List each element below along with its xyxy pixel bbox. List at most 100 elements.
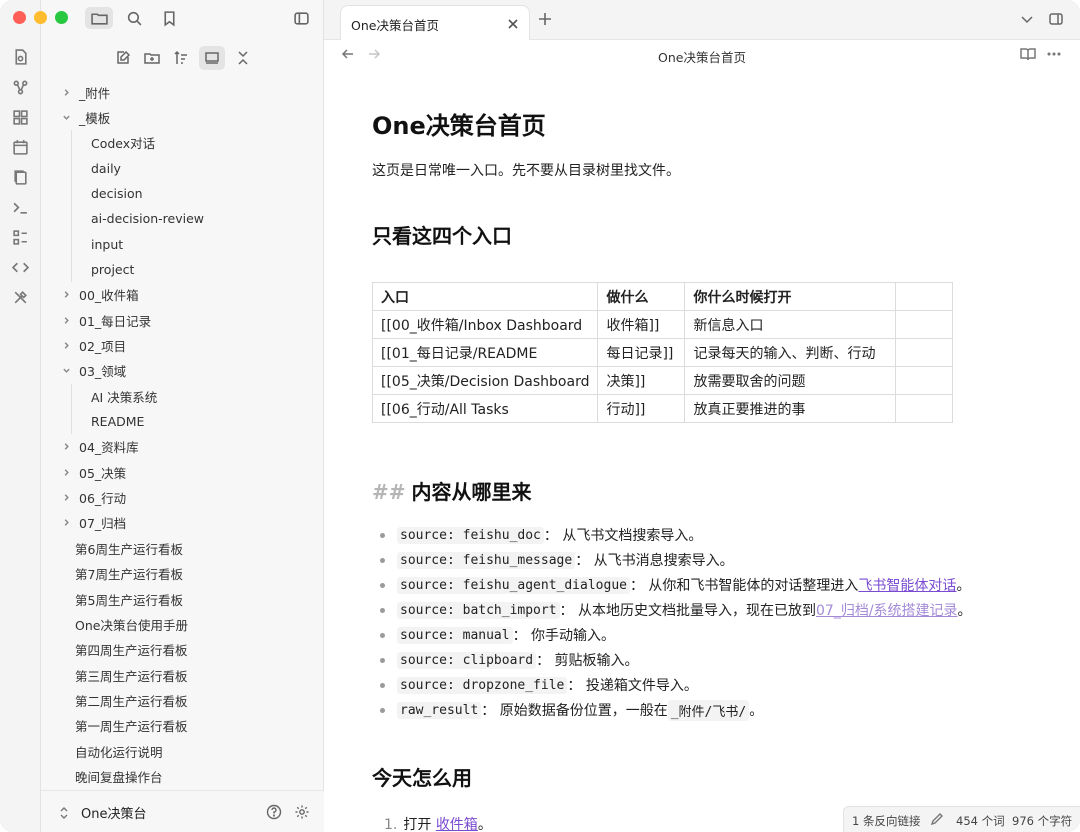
- tree-file[interactable]: 第7周生产运行看板: [75, 562, 183, 586]
- tree-file[interactable]: One决策台使用手册: [75, 612, 188, 636]
- terminal-icon[interactable]: [11, 198, 29, 216]
- tree-item-label: daily: [91, 160, 121, 176]
- editor-content[interactable]: One决策台首页 这页是日常唯一入口。先不要从目录树里找文件。 只看这四个入口 …: [372, 70, 1032, 832]
- tree-item-label: 05_决策: [79, 465, 127, 481]
- table-row: [[01_每日记录/README 每日记录]] 记录每天的输入、判断、行动: [372, 338, 954, 367]
- internal-link[interactable]: 07_归档/系统搭建记录: [816, 600, 958, 620]
- tree-file[interactable]: 第一周生产运行看板: [75, 714, 188, 738]
- table-row: [[06_行动/All Tasks 行动]] 放真正要推进的事: [372, 394, 954, 423]
- list-item-text: ： 从飞书文档搜索导入。: [543, 528, 703, 544]
- ribbon: [0, 0, 41, 832]
- toggle-sidebar-icon[interactable]: [287, 7, 315, 29]
- graph-view-icon[interactable]: [11, 78, 29, 96]
- tree-file[interactable]: project: [91, 257, 134, 281]
- code-icon[interactable]: [11, 258, 29, 276]
- templates-icon[interactable]: [11, 168, 29, 186]
- list-item-text: ： 从本地历史文档批量导入，现在已放到: [559, 603, 816, 619]
- close-tab-icon[interactable]: [507, 15, 521, 29]
- collapse-all-icon[interactable]: [230, 46, 256, 70]
- tree-file[interactable]: 自动化运行说明: [75, 739, 163, 763]
- tree-file[interactable]: ai-decision-review: [91, 207, 204, 231]
- heading-sources: ## 内容从哪里来: [372, 476, 532, 505]
- tree-item-label: 01_每日记录: [79, 313, 152, 329]
- tree-file[interactable]: 第6周生产运行看板: [75, 536, 183, 560]
- files-icon[interactable]: [85, 7, 113, 29]
- chevron-right-icon: [59, 518, 73, 527]
- vault-switcher[interactable]: One决策台: [59, 803, 146, 822]
- tree-folder[interactable]: 03_领域: [59, 359, 126, 383]
- tree-folder[interactable]: 07_归档: [59, 511, 126, 535]
- tree-folder[interactable]: 06_行动: [59, 486, 126, 510]
- tree-file[interactable]: daily: [91, 156, 121, 180]
- tree-folder[interactable]: 02_项目: [59, 334, 126, 358]
- inline-code: source: manual: [397, 626, 513, 644]
- view-header: One决策台首页: [324, 40, 1080, 70]
- internal-link[interactable]: 飞书智能体对话: [858, 575, 956, 595]
- tree-item-label: project: [91, 261, 135, 277]
- bookmark-icon[interactable]: [155, 7, 183, 29]
- tree-folder[interactable]: 04_资料库: [59, 435, 139, 459]
- tree-folder[interactable]: 05_决策: [59, 460, 126, 484]
- tree-item-label: 第三周生产运行看板: [75, 668, 188, 684]
- auto-reveal-icon[interactable]: [199, 46, 225, 70]
- tree-file[interactable]: 第三周生产运行看板: [75, 663, 188, 687]
- sort-icon[interactable]: [168, 46, 194, 70]
- tree-file[interactable]: input: [91, 232, 123, 256]
- new-folder-icon[interactable]: [139, 46, 165, 70]
- tree-file[interactable]: 第二周生产运行看板: [75, 688, 188, 712]
- tree-file[interactable]: 第5周生产运行看板: [75, 587, 183, 611]
- settings-icon[interactable]: [293, 803, 311, 821]
- table-cell: 放需要取舍的问题: [684, 366, 897, 395]
- view-title[interactable]: One决策台首页: [324, 47, 1080, 66]
- table-cell: 记录每天的输入、判断、行动: [684, 338, 897, 367]
- backlinks-count[interactable]: 1 条反向链接: [852, 813, 920, 829]
- search-icon[interactable]: [120, 7, 148, 29]
- table-cell: [[06_行动/All Tasks: [372, 394, 599, 423]
- tree-folder[interactable]: _附件: [59, 80, 110, 104]
- chevron-right-icon: [59, 493, 73, 502]
- quick-switcher-icon[interactable]: [11, 48, 29, 66]
- new-note-icon[interactable]: [110, 46, 136, 70]
- table-cell: [[01_每日记录/README: [372, 338, 599, 367]
- tools-icon[interactable]: [11, 288, 29, 306]
- list-item-tail: 。: [957, 603, 972, 619]
- list-item: source: feishu_doc： 从飞书文档搜索导入。: [380, 524, 702, 546]
- tree-file[interactable]: README: [91, 410, 144, 434]
- step-tail: 。: [477, 817, 492, 832]
- tab-list-chevron-icon[interactable]: [1019, 11, 1037, 29]
- tree-folder[interactable]: _模板: [59, 105, 110, 129]
- tree-file[interactable]: 晚间复盘操作台: [75, 764, 163, 788]
- tree-item-label: _模板: [79, 110, 111, 126]
- tree-item-label: Codex对话: [91, 136, 156, 152]
- inline-code: source: dropzone_file: [397, 676, 568, 694]
- kanban-icon[interactable]: [11, 228, 29, 246]
- tree-file[interactable]: decision: [91, 181, 143, 205]
- table-cell: 收件箱]]: [597, 310, 686, 339]
- tree-folder[interactable]: 00_收件箱: [59, 283, 139, 307]
- reading-mode-icon[interactable]: [1020, 46, 1038, 64]
- table-header-cell: 入口: [372, 282, 599, 311]
- canvas-icon[interactable]: [11, 108, 29, 126]
- tree-file[interactable]: Codex对话: [91, 131, 155, 155]
- more-options-icon[interactable]: [1046, 46, 1064, 64]
- zoom-window-button[interactable]: [55, 11, 68, 24]
- close-window-button[interactable]: [13, 11, 26, 24]
- bullet-dot: [380, 682, 385, 688]
- tree-folder[interactable]: 01_每日记录: [59, 308, 151, 332]
- new-tab-icon[interactable]: [538, 11, 554, 27]
- calendar-icon[interactable]: [11, 138, 29, 156]
- list-item-text: ： 投递箱文件导入。: [567, 678, 698, 694]
- edit-mode-icon[interactable]: [930, 812, 944, 826]
- tree-item-label: 02_项目: [79, 339, 127, 354]
- file-sidebar: _附件 _模板 Codex对话 daily decision ai-decision-re…: [13, 0, 324, 832]
- list-item-text: ： 你手动输入。: [512, 628, 616, 644]
- tree-file[interactable]: AI 决策系统: [91, 384, 157, 408]
- help-icon[interactable]: [265, 803, 283, 821]
- minimize-window-button[interactable]: [34, 11, 47, 24]
- inbox-link[interactable]: 收件箱: [436, 817, 478, 832]
- tree-file[interactable]: 第四周生产运行看板: [75, 638, 188, 662]
- char-count: 976 个字符: [1012, 814, 1073, 828]
- list-item-text: ： 原始数据备份位置，一般在: [481, 703, 668, 719]
- tab-home[interactable]: One决策台首页: [340, 5, 530, 40]
- toggle-right-sidebar-icon[interactable]: [1048, 11, 1066, 29]
